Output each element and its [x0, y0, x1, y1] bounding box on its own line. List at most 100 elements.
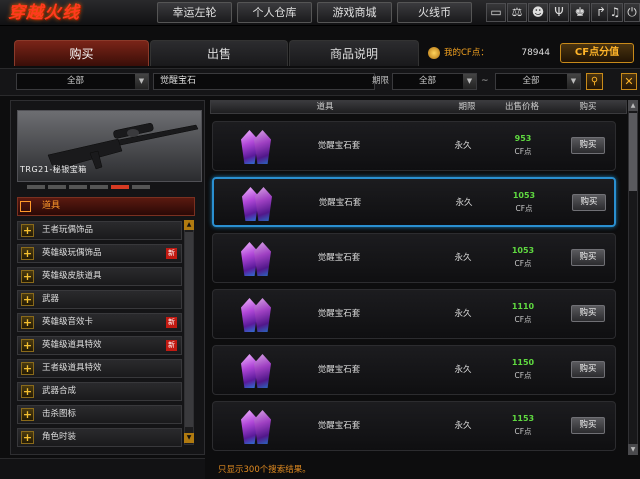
- expand-plus-icon[interactable]: +: [21, 385, 34, 398]
- buy-button[interactable]: 购买: [571, 361, 605, 378]
- trophy-icon[interactable]: ♚: [570, 3, 590, 22]
- search-input[interactable]: 觉醒宝石: [153, 73, 375, 90]
- scroll-down-icon[interactable]: ▼: [628, 444, 638, 455]
- collapse-icon: [20, 201, 31, 212]
- item-price-unit: CF点: [514, 371, 532, 380]
- expand-plus-icon[interactable]: +: [21, 224, 34, 237]
- nav-fire-coin-button[interactable]: 火线币: [397, 2, 472, 23]
- tab-buy[interactable]: 购买: [14, 40, 149, 66]
- search-icon[interactable]: ⚲: [586, 73, 603, 90]
- item-period: 永久: [454, 365, 472, 375]
- table-row[interactable]: 觉醒宝石套 永久 1153 CF点 购买: [212, 401, 616, 451]
- close-icon[interactable]: ✕: [621, 73, 637, 90]
- buy-button[interactable]: 购买: [571, 137, 605, 154]
- item-price-unit: CF点: [514, 259, 532, 268]
- carousel-dot[interactable]: [27, 185, 45, 189]
- search-result-note: 只显示300个搜索结果。: [218, 465, 311, 475]
- mask-icon[interactable]: ☻: [528, 3, 548, 22]
- scroll-up-icon[interactable]: ▲: [628, 100, 638, 111]
- buy-button[interactable]: 购买: [572, 194, 606, 211]
- new-badge: 新: [166, 317, 177, 328]
- tab-sell[interactable]: 出售: [150, 40, 288, 66]
- bottom-bar: [0, 458, 205, 479]
- expand-plus-icon[interactable]: +: [21, 293, 34, 306]
- buy-button[interactable]: 购买: [571, 249, 605, 266]
- category-item-label: 武器: [42, 294, 60, 304]
- column-header-item: 道具: [316, 102, 334, 112]
- carousel-dot[interactable]: [132, 185, 150, 189]
- category-item[interactable]: + 武器合成: [17, 382, 182, 401]
- buy-button[interactable]: 购买: [571, 417, 605, 434]
- item-period: 永久: [454, 253, 472, 263]
- category-item[interactable]: + 角色时装: [17, 428, 182, 447]
- buy-button[interactable]: 购买: [571, 305, 605, 322]
- scroll-down-icon[interactable]: ▼: [184, 433, 194, 443]
- awakening-gem-icon: [239, 408, 273, 446]
- table-row[interactable]: 觉醒宝石套 永久 1150 CF点 购买: [212, 345, 616, 395]
- item-price-unit: CF点: [515, 204, 533, 213]
- carousel-dot-active[interactable]: [111, 185, 129, 189]
- item-name: 觉醒宝石套: [317, 253, 361, 263]
- item-period: 永久: [454, 141, 472, 151]
- antlers-icon[interactable]: Ψ: [549, 3, 569, 22]
- scroll-up-icon[interactable]: ▲: [184, 220, 194, 230]
- item-name: 觉醒宝石套: [318, 198, 362, 208]
- category-header[interactable]: 道具: [17, 197, 195, 216]
- period-to-value: 全部: [522, 76, 540, 86]
- table-row[interactable]: 觉醒宝石套 永久 1110 CF点 购买: [212, 289, 616, 339]
- category-item[interactable]: + 武器: [17, 290, 182, 309]
- item-price: 953: [514, 134, 532, 143]
- item-price: 1053: [512, 191, 536, 200]
- headset-icon[interactable]: ♫: [607, 3, 623, 22]
- category-item[interactable]: + 王者玩偶饰品: [17, 221, 182, 240]
- carousel-dot[interactable]: [48, 185, 66, 189]
- category-item-label: 武器合成: [42, 386, 77, 396]
- category-item[interactable]: + 英雄级道具特效 新: [17, 336, 182, 355]
- cf-recharge-button[interactable]: CF点分值: [560, 43, 634, 63]
- new-badge: 新: [166, 248, 177, 259]
- expand-plus-icon[interactable]: +: [21, 408, 34, 421]
- category-select-value: 全部: [66, 76, 84, 86]
- awakening-gem-icon: [239, 240, 273, 278]
- period-to-select[interactable]: 全部 ▼: [495, 73, 581, 90]
- expand-plus-icon[interactable]: +: [21, 339, 34, 352]
- category-item-label: 击杀图标: [42, 409, 77, 419]
- expand-plus-icon[interactable]: +: [21, 270, 34, 283]
- category-item[interactable]: + 英雄级玩偶饰品 新: [17, 244, 182, 263]
- category-item[interactable]: + 击杀图标: [17, 405, 182, 424]
- period-from-select[interactable]: 全部 ▼: [392, 73, 477, 90]
- tv-icon[interactable]: ▭: [486, 3, 506, 22]
- weapon-name: TRG21-秘银宝箱: [20, 165, 87, 174]
- expand-plus-icon[interactable]: +: [21, 316, 34, 329]
- item-price-unit: CF点: [514, 315, 532, 324]
- power-icon[interactable]: ⏻: [624, 3, 640, 22]
- tab-item-description[interactable]: 商品说明: [289, 40, 419, 66]
- category-item[interactable]: + 英雄级皮肤道具: [17, 267, 182, 286]
- category-item[interactable]: + 王者级道具特效: [17, 359, 182, 378]
- category-scrollbar-thumb[interactable]: [185, 232, 193, 427]
- new-badge: 新: [166, 340, 177, 351]
- item-price-unit: CF点: [514, 147, 532, 156]
- category-select[interactable]: 全部 ▼: [16, 73, 149, 90]
- carousel-dot[interactable]: [90, 185, 108, 189]
- category-item-label: 王者玩偶饰品: [42, 225, 94, 235]
- expand-plus-icon[interactable]: +: [21, 362, 34, 375]
- item-list-scrollbar-thumb[interactable]: [629, 113, 637, 191]
- expand-plus-icon[interactable]: +: [21, 247, 34, 260]
- column-header-period: 期限: [458, 102, 476, 112]
- table-row[interactable]: 觉醒宝石套 永久 1053 CF点 购买: [212, 233, 616, 283]
- category-item[interactable]: + 英雄级音效卡 新: [17, 313, 182, 332]
- scale-icon[interactable]: ⚖: [507, 3, 527, 22]
- table-row-selected[interactable]: 觉醒宝石套 永久 1053 CF点 购买: [212, 177, 616, 227]
- nav-game-shop-button[interactable]: 游戏商城: [317, 2, 392, 23]
- nav-warehouse-button[interactable]: 个人仓库: [237, 2, 312, 23]
- expand-plus-icon[interactable]: +: [21, 431, 34, 444]
- item-period: 永久: [454, 309, 472, 319]
- column-header-buy: 购买: [579, 102, 597, 112]
- table-row[interactable]: 觉醒宝石套 永久 953 CF点 购买: [212, 121, 616, 171]
- game-logo: 穿越火线: [8, 3, 80, 23]
- nav-lucky-revolver-button[interactable]: 幸运左轮: [157, 2, 232, 23]
- carousel-dot[interactable]: [69, 185, 87, 189]
- item-period: 永久: [454, 421, 472, 431]
- item-price: 1153: [511, 414, 535, 423]
